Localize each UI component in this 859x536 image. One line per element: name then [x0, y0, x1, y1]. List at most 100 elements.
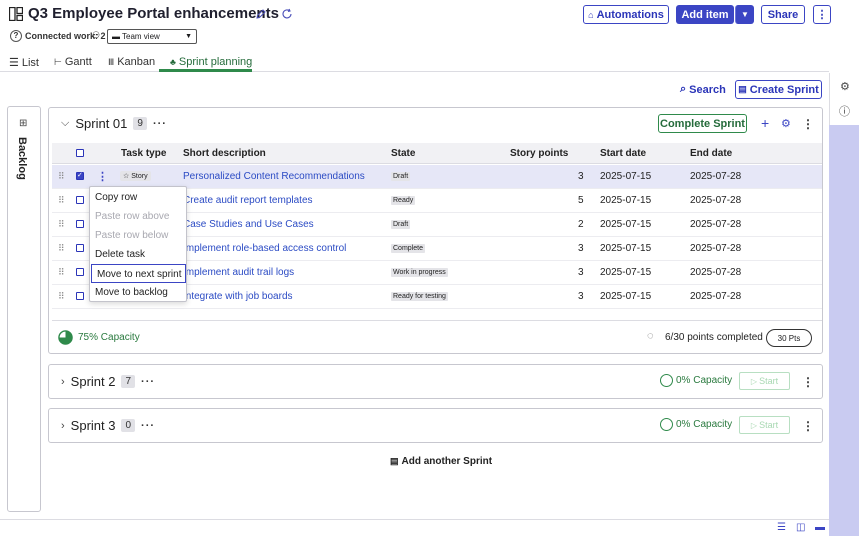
sprint-2-header[interactable]: › Sprint 2 7 ···	[61, 374, 155, 389]
search-icon: ⌕	[680, 83, 687, 95]
points-pill[interactable]: 30 Pts	[766, 329, 812, 347]
add-icon[interactable]: +	[761, 115, 769, 131]
col-end-date[interactable]: End date	[690, 148, 732, 159]
table-header: Task type Short description State Story …	[52, 143, 822, 164]
row-menu-icon[interactable]: ⋮	[97, 170, 108, 183]
task-link[interactable]: Case Studies and Use Cases	[183, 219, 314, 230]
chevron-right-icon[interactable]: ›	[61, 420, 65, 432]
sprint-menu-icon[interactable]: ···	[153, 118, 167, 130]
row-checkbox[interactable]	[76, 268, 84, 276]
drag-handle-icon[interactable]: ⠿	[58, 219, 65, 230]
sprint-icon: ♣	[170, 57, 176, 67]
col-state[interactable]: State	[391, 148, 415, 159]
row-checkbox[interactable]	[76, 171, 84, 180]
menu-move-to-backlog[interactable]: Move to backlog	[90, 283, 186, 302]
backlog-panel[interactable]: ⊞ Backlog	[7, 106, 41, 512]
row-checkbox[interactable]	[76, 220, 84, 228]
team-icon: ⚇	[92, 30, 101, 40]
automation-icon: ⌂	[588, 9, 594, 20]
menu-paste-row-below: Paste row below	[95, 230, 169, 241]
points-completed: 6/30 points completed	[665, 332, 763, 343]
sprint-board-icon: ▤	[390, 456, 399, 466]
sprint-3-capacity: 0% Capacity	[660, 418, 732, 431]
story-points: 3	[578, 171, 584, 182]
points-progress-icon: ◌	[647, 330, 654, 342]
play-icon: ▷	[750, 376, 758, 386]
tab-kanban[interactable]: Ⅲ Kanban	[108, 56, 155, 68]
sprint-3-header[interactable]: › Sprint 3 0 ···	[61, 418, 155, 433]
search-button[interactable]: ⌕ Search	[680, 83, 726, 96]
row-checkbox[interactable]	[76, 292, 84, 300]
full-view-icon[interactable]: ▬	[815, 522, 825, 533]
sprint-01-footer: 75% Capacity ◌ 6/30 points completed 30 …	[52, 320, 822, 354]
tab-gantt[interactable]: ⊢ Gantt	[54, 56, 92, 68]
col-task-type[interactable]: Task type	[121, 148, 166, 159]
vertical-dots-icon[interactable]: ⋮	[802, 419, 814, 433]
edit-title-icon[interactable]	[255, 8, 267, 23]
select-all-checkbox[interactable]	[76, 149, 84, 157]
share-button[interactable]: Share	[761, 5, 805, 24]
col-short-description[interactable]: Short description	[183, 148, 266, 159]
right-rail-top: ⚙ ⓘ	[829, 73, 859, 125]
vertical-dots-icon[interactable]: ⋮	[802, 375, 814, 389]
create-sprint-button[interactable]: ▤ Create Sprint	[735, 80, 822, 99]
drag-handle-icon[interactable]: ⠿	[58, 291, 65, 302]
more-options-button[interactable]: ⋮	[813, 5, 831, 24]
task-link[interactable]: Implement role-based access control	[183, 243, 346, 254]
task-type-badge: ☆ Story	[120, 171, 151, 181]
menu-delete-task[interactable]: Delete task	[90, 245, 186, 264]
drag-handle-icon[interactable]: ⠿	[58, 243, 65, 254]
story-points: 3	[578, 291, 584, 302]
capacity-ring-icon	[660, 374, 673, 387]
task-link[interactable]: Integrate with job boards	[183, 291, 293, 302]
tab-sprint-planning[interactable]: ♣ Sprint planning	[170, 56, 252, 68]
task-count-badge: 9	[133, 117, 147, 130]
col-story-points[interactable]: Story points	[510, 148, 568, 159]
chevron-right-icon[interactable]: ›	[61, 376, 65, 388]
start-sprint-button[interactable]: ▷ Start	[739, 372, 790, 390]
view-select[interactable]: ▬ Team view ▼	[107, 29, 197, 44]
chevron-down-icon: ▼	[185, 33, 192, 40]
sprint-menu-icon[interactable]: ···	[141, 420, 155, 432]
story-points: 3	[578, 243, 584, 254]
task-count-badge: 0	[121, 419, 136, 432]
tab-list[interactable]: ☰ List	[9, 56, 39, 70]
task-link[interactable]: Implement audit trail logs	[183, 267, 294, 278]
end-date: 2025-07-28	[690, 171, 742, 182]
filter-settings-icon[interactable]: ⚙	[781, 117, 791, 130]
start-sprint-button[interactable]: ▷ Start	[739, 416, 790, 434]
sprint-01-header[interactable]: ⌵ Sprint 01 9 ···	[61, 116, 167, 131]
compact-view-icon[interactable]: ☰	[777, 522, 786, 533]
add-another-sprint-button[interactable]: ▤ Add another Sprint	[390, 456, 492, 467]
sprint-board-icon: ▤	[738, 84, 747, 94]
info-icon[interactable]: ⓘ	[839, 103, 850, 119]
connected-work-icon: ?	[10, 30, 22, 42]
vertical-dots-icon[interactable]: ⋮	[802, 117, 814, 131]
settings-icon[interactable]: ⚙	[840, 80, 850, 93]
row-checkbox[interactable]	[76, 196, 84, 204]
end-date: 2025-07-28	[690, 219, 742, 230]
sync-icon[interactable]	[281, 8, 293, 23]
expand-panel-icon[interactable]: ⊞	[19, 118, 27, 129]
drag-handle-icon[interactable]: ⠿	[58, 267, 65, 278]
chevron-down-icon[interactable]: ⌵	[61, 117, 69, 130]
task-link[interactable]: Create audit report templates	[183, 195, 313, 206]
split-view-icon[interactable]: ◫	[796, 522, 805, 533]
gantt-icon: ⊢	[54, 56, 62, 67]
vertical-dots-icon: ⋮	[816, 9, 828, 21]
sprint-name: Sprint 3	[70, 418, 116, 433]
complete-sprint-button[interactable]: Complete Sprint	[658, 114, 747, 133]
sprint-menu-icon[interactable]: ···	[141, 376, 155, 388]
drag-handle-icon[interactable]: ⠿	[58, 171, 65, 182]
start-date: 2025-07-15	[600, 243, 652, 254]
menu-copy-row[interactable]: Copy row	[90, 188, 186, 207]
automations-button[interactable]: ⌂ Automations	[583, 5, 669, 24]
row-checkbox[interactable]	[76, 244, 84, 252]
kanban-icon: Ⅲ	[108, 56, 115, 67]
task-link[interactable]: Personalized Content Recommendations	[183, 171, 365, 182]
drag-handle-icon[interactable]: ⠿	[58, 195, 65, 206]
add-item-button[interactable]: Add item	[676, 5, 734, 24]
add-item-dropdown-button[interactable]: ▼	[735, 5, 754, 24]
col-start-date[interactable]: Start date	[600, 148, 646, 159]
menu-move-to-next-sprint[interactable]: Move to next sprint	[91, 264, 186, 283]
